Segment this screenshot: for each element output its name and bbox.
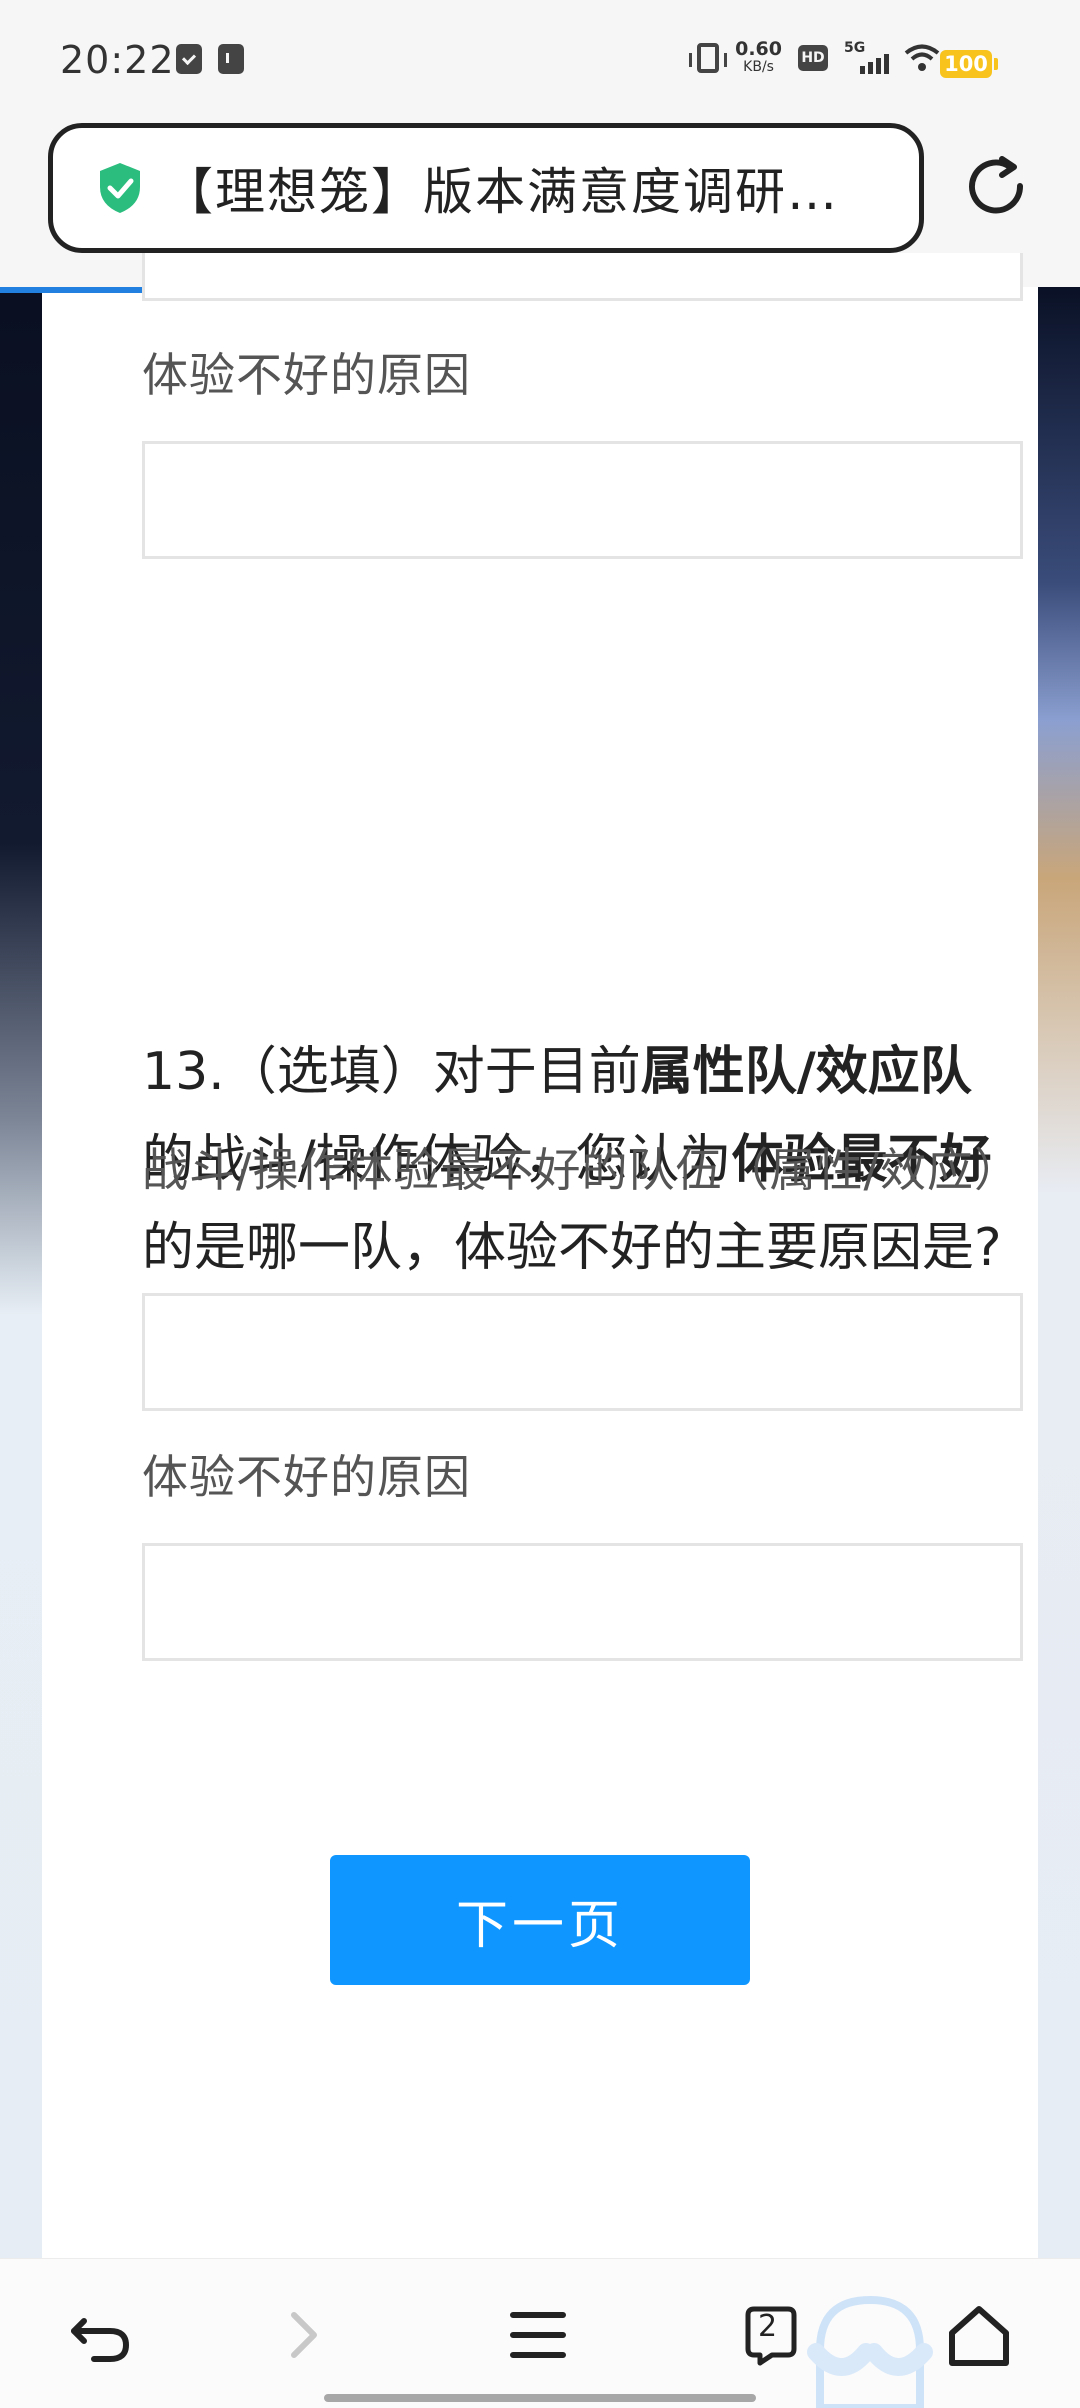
optional-tag: （选填） — [224, 1042, 433, 1102]
reload-icon[interactable] — [964, 153, 1030, 219]
previous-text-input[interactable] — [142, 253, 1023, 301]
background-decoration-left — [0, 293, 42, 2258]
address-bar[interactable]: 【理想笼】版本满意度调研问卷 — [48, 123, 924, 253]
forward-icon[interactable] — [270, 2301, 340, 2371]
status-right-icons: 0.60 KB/s HD 5G — [689, 40, 940, 76]
app-notification-icon — [218, 44, 244, 74]
menu-icon[interactable] — [503, 2301, 573, 2371]
clipboard-check-icon — [176, 44, 202, 74]
page-title: 【理想笼】版本满意度调研问卷 — [163, 163, 863, 221]
shield-check-icon — [100, 163, 140, 213]
wifi-icon — [904, 44, 940, 72]
hd-icon: HD — [798, 45, 828, 71]
q13-team-label: 战斗/操作体验最不好的队伍（属性/效应） — [142, 1143, 1021, 1197]
mascot-decoration — [807, 2295, 933, 2408]
home-icon[interactable] — [944, 2301, 1014, 2371]
q13-reason-input[interactable] — [142, 1543, 1023, 1661]
vibrate-icon — [689, 43, 728, 73]
question-text: 对于目前 — [432, 1042, 641, 1102]
network-type: 5G — [844, 40, 866, 56]
status-time: 20:22 — [60, 38, 175, 82]
tab-count: 2 — [758, 2309, 778, 2344]
network-speed: 0.60 KB/s — [735, 40, 782, 76]
q13-reason-label: 体验不好的原因 — [142, 1450, 471, 1504]
status-bar: 20:22 0.60 KB/s HD 5G 100 — [0, 0, 1080, 115]
question-emphasis: 属性队/效应队 — [640, 1042, 972, 1102]
background-decoration-right — [1038, 287, 1080, 2258]
next-page-button[interactable]: 下一页 — [330, 1855, 750, 1985]
question-text: 的是哪一队，体验不好的主要原因是? — [142, 1218, 1002, 1278]
status-notification-icons — [176, 44, 244, 74]
question-number: 13. — [142, 1042, 225, 1102]
signal-icon: 5G — [844, 40, 889, 74]
q12-reason-label: 体验不好的原因 — [142, 348, 471, 402]
q13-team-input[interactable] — [142, 1293, 1023, 1411]
back-icon[interactable] — [66, 2301, 136, 2371]
network-speed-value: 0.60 — [735, 38, 782, 60]
battery-indicator: 100 — [940, 50, 998, 78]
network-speed-unit: KB/s — [743, 59, 774, 75]
q12-reason-input[interactable] — [142, 441, 1023, 559]
home-indicator[interactable] — [324, 2394, 756, 2402]
